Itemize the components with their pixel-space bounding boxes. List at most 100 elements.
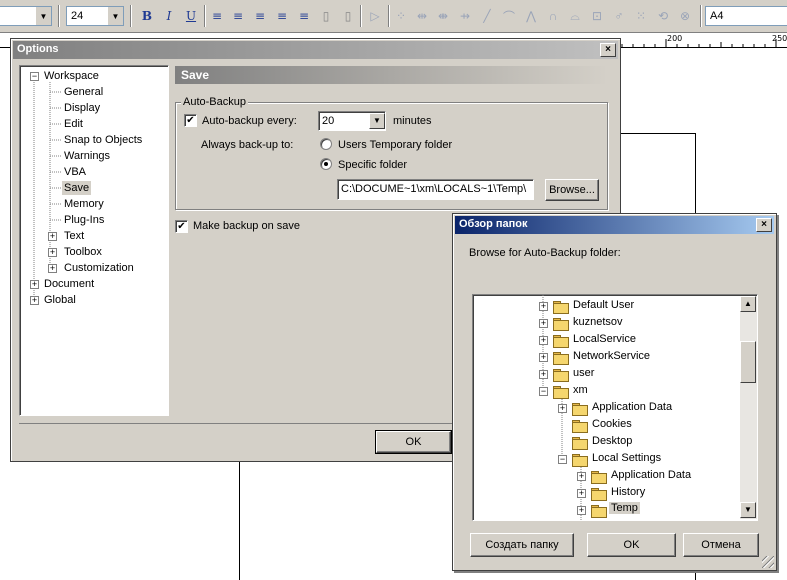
folder-item[interactable]: Application Data: [611, 469, 691, 481]
bold-button[interactable]: B: [138, 7, 156, 25]
tree-item-snap[interactable]: Snap to Objects: [64, 133, 142, 147]
tree-item-general[interactable]: General: [64, 85, 103, 99]
folder-item[interactable]: Default User: [573, 299, 634, 311]
tree-item-warnings[interactable]: Warnings: [64, 149, 110, 163]
radio-specific-folder[interactable]: [320, 158, 332, 170]
underline-button[interactable]: U: [182, 7, 200, 25]
browse-button[interactable]: Browse...: [545, 179, 599, 201]
break-node-icon[interactable]: ⇹: [413, 7, 431, 25]
expand-icon[interactable]: +: [48, 264, 57, 273]
join-node-icon[interactable]: ⇼: [434, 7, 452, 25]
folder-item[interactable]: NetworkService: [573, 350, 650, 362]
align-nodes-icon[interactable]: ⊗: [676, 7, 694, 25]
to-line-icon[interactable]: ╱: [478, 7, 496, 25]
cusp-node-icon[interactable]: ⋀: [522, 7, 540, 25]
font-size-combo[interactable]: 24 ▼: [66, 6, 124, 26]
rotate-nodes-icon[interactable]: ⟲: [654, 7, 672, 25]
browse-titlebar[interactable]: Обзор папок ×: [455, 216, 774, 234]
expand-icon[interactable]: +: [30, 296, 39, 305]
autobackup-checkbox[interactable]: ✔: [184, 114, 197, 127]
folder-item[interactable]: kuznetsov: [573, 316, 623, 328]
folder-item[interactable]: LocalService: [573, 333, 636, 345]
folder-item[interactable]: Cookies: [592, 418, 632, 430]
collapse-icon[interactable]: −: [30, 72, 39, 81]
expand-icon[interactable]: +: [577, 489, 586, 498]
tree-item-workspace[interactable]: Workspace: [44, 69, 99, 83]
expand-icon[interactable]: +: [577, 472, 586, 481]
justify-icon[interactable]: ≡: [273, 7, 291, 25]
expand-icon[interactable]: +: [30, 280, 39, 289]
shape-tool-icon[interactable]: ▷: [366, 7, 384, 25]
chevron-down-icon[interactable]: ▼: [107, 7, 123, 25]
tree-item-document[interactable]: Document: [44, 277, 94, 291]
tree-item-memory[interactable]: Memory: [64, 197, 104, 211]
cancel-button[interactable]: Отмена: [683, 533, 759, 557]
folder-path-field[interactable]: C:\DOCUME~1\xm\LOCALS~1\Temp\: [337, 179, 534, 200]
make-backup-checkbox[interactable]: ✔: [175, 220, 188, 233]
symmetric-node-icon[interactable]: ⌓: [566, 7, 584, 25]
folder-item[interactable]: History: [611, 486, 645, 498]
tree-item-text[interactable]: Text: [64, 229, 84, 243]
align-left-icon[interactable]: ≡: [208, 7, 226, 25]
folder-item[interactable]: Desktop: [592, 435, 632, 447]
align-center-icon[interactable]: ≡: [229, 7, 247, 25]
close-icon[interactable]: ×: [600, 43, 616, 57]
expand-icon[interactable]: +: [558, 404, 567, 413]
paragraph-frame-icon[interactable]: ▯: [339, 7, 357, 25]
to-curve-icon[interactable]: ⌒: [500, 7, 518, 25]
folder-item[interactable]: Application Data: [592, 401, 672, 413]
tree-item-display[interactable]: Display: [64, 101, 100, 115]
history-folder-icon: [591, 488, 607, 501]
folder-item[interactable]: user: [573, 367, 594, 379]
reverse-curve-icon[interactable]: ⊡: [588, 7, 606, 25]
options-ok-button[interactable]: OK: [375, 430, 452, 454]
options-titlebar[interactable]: Options ×: [13, 41, 618, 59]
folder-icon: [553, 301, 569, 314]
chevron-down-icon[interactable]: ▼: [369, 113, 385, 129]
resize-grip-icon[interactable]: [762, 556, 774, 568]
page-size-combo[interactable]: A4: [705, 6, 787, 26]
tree-item-toolbox[interactable]: Toolbox: [64, 245, 102, 259]
folder-tree[interactable]: + Default User + kuznetsov + LocalServic…: [472, 294, 758, 521]
collapse-icon[interactable]: −: [558, 455, 567, 464]
scrollbar[interactable]: ▲ ▼: [740, 296, 757, 519]
collapse-icon[interactable]: −: [539, 387, 548, 396]
tree-item-plugins[interactable]: Plug-Ins: [64, 213, 104, 227]
extend-curve-icon[interactable]: ♂: [610, 7, 628, 25]
options-tree[interactable]: − Workspace General Display Edit Snap to…: [19, 65, 169, 416]
folder-item-selected[interactable]: Temp: [609, 502, 640, 514]
italic-button[interactable]: I: [160, 7, 178, 25]
expand-icon[interactable]: +: [539, 353, 548, 362]
smooth-node-icon[interactable]: ∩: [544, 7, 562, 25]
font-name-combo[interactable]: ▼: [0, 6, 52, 26]
folder-item[interactable]: xm: [573, 384, 588, 396]
tree-item-customization[interactable]: Customization: [64, 261, 134, 275]
scroll-up-icon[interactable]: ▲: [740, 296, 756, 312]
extract-node-icon[interactable]: ⇸: [456, 7, 474, 25]
close-icon[interactable]: ×: [756, 218, 772, 232]
tree-item-global[interactable]: Global: [44, 293, 76, 307]
text-frame-icon[interactable]: ▯: [317, 7, 335, 25]
force-justify-icon[interactable]: ≡: [295, 7, 313, 25]
expand-icon[interactable]: +: [48, 232, 57, 241]
expand-icon[interactable]: +: [48, 248, 57, 257]
radio-temp-folder[interactable]: [320, 138, 332, 150]
new-folder-button[interactable]: Создать папку: [470, 533, 574, 557]
tree-item-save[interactable]: Save: [62, 181, 92, 195]
add-node-icon[interactable]: ⁘: [392, 7, 410, 25]
chevron-down-icon[interactable]: ▼: [35, 7, 51, 25]
scroll-down-icon[interactable]: ▼: [740, 502, 756, 518]
tree-item-edit[interactable]: Edit: [64, 117, 83, 131]
expand-icon[interactable]: +: [539, 370, 548, 379]
stretch-nodes-icon[interactable]: ⁙: [632, 7, 650, 25]
folder-item[interactable]: Local Settings: [592, 452, 661, 464]
tree-item-vba[interactable]: VBA: [64, 165, 86, 179]
expand-icon[interactable]: +: [577, 506, 586, 515]
scroll-thumb[interactable]: [740, 341, 756, 383]
page-border-line: [239, 460, 240, 580]
expand-icon[interactable]: +: [539, 319, 548, 328]
align-right-icon[interactable]: ≡: [251, 7, 269, 25]
expand-icon[interactable]: +: [539, 302, 548, 311]
expand-icon[interactable]: +: [539, 336, 548, 345]
browse-ok-button[interactable]: OK: [587, 533, 676, 557]
